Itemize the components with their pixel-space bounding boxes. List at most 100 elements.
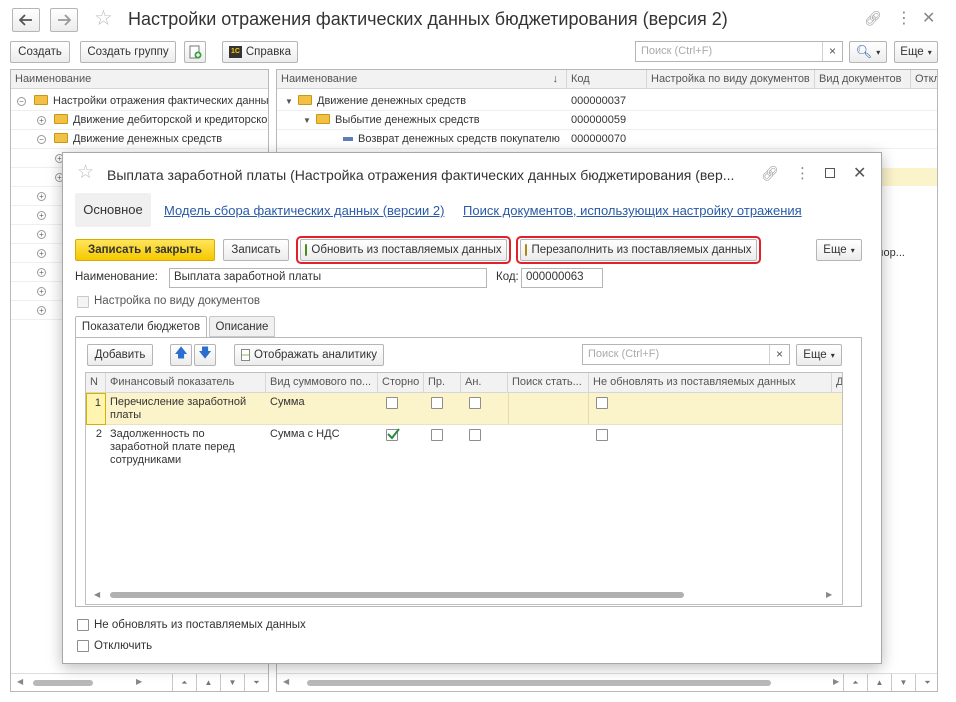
dialog-menu-dots-icon[interactable]: ⋮ [795, 164, 810, 182]
indicators-table[interactable]: N Финансовый показатель Вид суммового по… [85, 372, 843, 605]
back-button[interactable] [12, 8, 40, 32]
show-analytics-button[interactable]: Отображать аналитику [234, 344, 384, 366]
save-button[interactable]: Записать [223, 239, 289, 261]
storno-checkbox[interactable] [386, 428, 400, 441]
disable-checkbox[interactable] [77, 640, 89, 652]
create-group-button[interactable]: Создать группу [80, 41, 176, 63]
scroll-thumb[interactable] [307, 680, 771, 686]
dialog-favorite-star-icon[interactable]: ☆ [77, 161, 94, 184]
link-icon[interactable]: 🔗︎ [864, 10, 882, 27]
pr-checkbox[interactable] [431, 397, 443, 409]
help-button[interactable]: 1C Справка [222, 41, 298, 63]
forward-button[interactable] [50, 8, 78, 32]
tab-budget-indicators[interactable]: Показатели бюджетов [75, 316, 207, 338]
favorite-star-icon[interactable]: ☆ [94, 8, 113, 30]
col-an-header[interactable]: Ан. [461, 373, 508, 393]
tab-main[interactable]: Основное [75, 193, 151, 227]
no-update-checkbox[interactable] [596, 397, 608, 409]
name-input[interactable]: Выплата заработной платы [169, 268, 487, 288]
table-search-input[interactable]: Поиск (Ctrl+F) × [582, 344, 790, 365]
tab-description[interactable]: Описание [209, 316, 275, 337]
scroll-bottom-icon[interactable]: ⏷ [244, 674, 268, 691]
col-no-update-header[interactable]: Не обновлять из поставляемых данных [589, 373, 832, 393]
col-doc-type-header[interactable]: Вид документов [815, 70, 911, 89]
right-horizontal-scrollbar[interactable]: ◀ ▶ ⏶ ▲ ▼ ⏷ [277, 673, 937, 691]
indicator-cell[interactable]: Задолженность по заработной плате перед … [110, 428, 260, 467]
table-row[interactable]: 2 Задолженность по заработной плате пере… [86, 425, 842, 469]
col-disabled-header[interactable]: Откл [911, 70, 937, 89]
expanded-triangle-icon[interactable]: ▼ [285, 93, 293, 110]
table-more-button[interactable]: Еще ▾ [796, 344, 842, 366]
col-indicator-header[interactable]: Финансовый показатель [106, 373, 266, 393]
scroll-left-arrow-icon[interactable]: ◀ [283, 677, 289, 686]
storno-checkbox[interactable] [386, 397, 398, 409]
scroll-top-icon[interactable]: ⏶ [843, 674, 867, 691]
dialog-more-button[interactable]: Еще ▾ [816, 239, 862, 261]
no-update-main-checkbox[interactable] [77, 619, 89, 631]
col-code-header[interactable]: Код [567, 70, 647, 89]
scroll-up-icon[interactable]: ▲ [196, 674, 220, 691]
expand-icon[interactable]: + [37, 230, 46, 239]
list-row[interactable]: ▼ Движение денежных средств 000000037 [277, 92, 937, 111]
search-cell[interactable] [508, 393, 589, 425]
model-link[interactable]: Модель сбора фактических данных (версии … [164, 203, 444, 218]
indicator-cell[interactable]: Перечисление заработной платы [110, 396, 260, 422]
col-sum-type-header[interactable]: Вид суммового по... [266, 373, 378, 393]
col-n-header[interactable]: N [86, 373, 106, 393]
code-input[interactable]: 000000063 [521, 268, 603, 288]
main-more-button[interactable]: Еще ▾ [894, 41, 938, 63]
an-checkbox[interactable] [469, 429, 481, 441]
col-doc-setting-header[interactable]: Настройка по виду документов [647, 70, 815, 89]
col-d-header[interactable]: Д [832, 373, 842, 393]
clear-search-icon[interactable]: × [822, 42, 842, 61]
move-down-button[interactable]: 🡇 [194, 344, 216, 366]
scroll-right-arrow-icon[interactable]: ▶ [826, 590, 832, 599]
col-storno-header[interactable]: Сторно [378, 373, 424, 393]
pr-checkbox[interactable] [431, 429, 443, 441]
tree-row[interactable]: + Движение дебиторской и кредиторской [11, 111, 268, 130]
sum-type-cell[interactable]: Сумма с НДС [270, 428, 340, 440]
update-from-supplied-button[interactable]: Обновить из поставляемых данных [300, 239, 507, 261]
search-button[interactable]: 🔍︎ ▾ [849, 41, 887, 63]
expand-icon[interactable]: + [37, 249, 46, 258]
copy-button[interactable] [184, 41, 206, 63]
scroll-left-arrow-icon[interactable]: ◀ [17, 677, 23, 686]
expand-icon[interactable]: + [37, 211, 46, 220]
scroll-bottom-icon[interactable]: ⏷ [915, 674, 937, 691]
an-checkbox[interactable] [469, 397, 481, 409]
menu-dots-icon[interactable]: ⋮ [896, 8, 912, 28]
save-and-close-button[interactable]: Записать и закрыть [75, 239, 215, 261]
add-button[interactable]: Добавить [87, 344, 153, 366]
sum-type-cell[interactable]: Сумма [270, 396, 305, 408]
expand-icon[interactable]: + [37, 116, 46, 125]
expand-icon[interactable]: + [37, 192, 46, 201]
col-pr-header[interactable]: Пр. [424, 373, 461, 393]
scroll-down-icon[interactable]: ▼ [891, 674, 915, 691]
col-search-header[interactable]: Поиск стать... [508, 373, 589, 393]
dialog-maximize-icon[interactable] [825, 168, 835, 178]
search-documents-link[interactable]: Поиск документов, использующих настройку… [463, 203, 802, 218]
dialog-close-icon[interactable]: ✕ [853, 163, 866, 183]
expand-icon[interactable]: + [37, 287, 46, 296]
scroll-up-icon[interactable]: ▲ [867, 674, 891, 691]
clear-table-search-icon[interactable]: × [769, 345, 789, 364]
scroll-top-icon[interactable]: ⏶ [172, 674, 196, 691]
dialog-link-icon[interactable]: 🔗︎ [761, 165, 779, 182]
scroll-thumb[interactable] [33, 680, 93, 686]
expanded-triangle-icon[interactable]: ▼ [303, 112, 311, 129]
left-horizontal-scrollbar[interactable]: ◀ ▶ ⏶ ▲ ▼ ⏷ [11, 673, 268, 691]
tree-row[interactable]: − Движение денежных средств [11, 130, 268, 149]
collapse-icon[interactable]: − [17, 97, 26, 106]
move-up-button[interactable]: 🡅 [170, 344, 192, 366]
scroll-right-arrow-icon[interactable]: ▶ [833, 677, 839, 686]
main-search-input[interactable]: Поиск (Ctrl+F) × [635, 41, 843, 62]
dialog-window[interactable]: ☆ Выплата заработной платы (Настройка от… [62, 152, 882, 664]
table-horizontal-scrollbar[interactable]: ◀ ▶ [86, 585, 842, 604]
list-row[interactable]: ▼ Выбытие денежных средств 000000059 [277, 111, 937, 130]
table-row[interactable]: 1 Перечисление заработной платы Сумма [86, 393, 842, 425]
no-update-checkbox[interactable] [596, 429, 608, 441]
scroll-down-icon[interactable]: ▼ [220, 674, 244, 691]
scroll-thumb[interactable] [110, 592, 684, 598]
close-icon[interactable]: ✕ [922, 8, 935, 28]
expand-icon[interactable]: + [37, 268, 46, 277]
